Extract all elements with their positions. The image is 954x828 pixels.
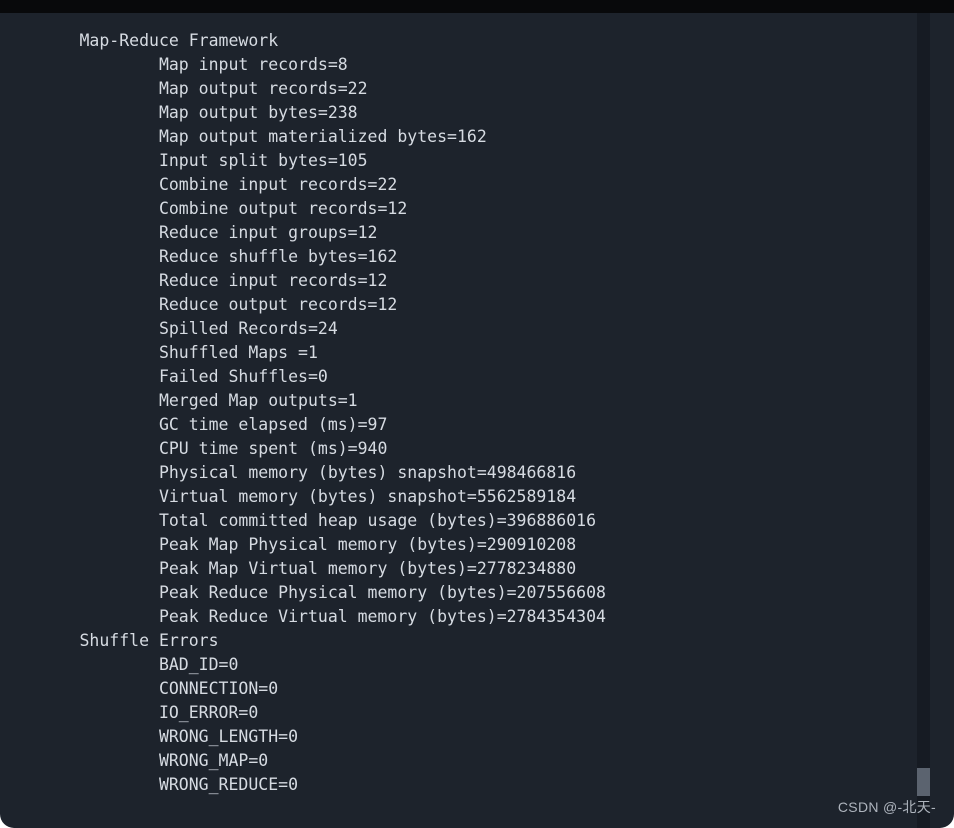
console-line: IO_ERROR=0	[0, 703, 259, 722]
console-line: WRONG_LENGTH=0	[0, 727, 299, 746]
screenshot-root: Map-Reduce Framework Map input records=8…	[0, 0, 954, 828]
console-line: Shuffle Errors	[0, 631, 219, 650]
console-line: Map input records=8	[0, 55, 348, 74]
top-black-strip	[0, 0, 954, 13]
console-line: Virtual memory (bytes) snapshot=55625891…	[0, 487, 577, 506]
terminal-output-panel: Map-Reduce Framework Map input records=8…	[0, 13, 954, 828]
console-line: Peak Reduce Physical memory (bytes)=2075…	[0, 583, 606, 602]
console-line: Map output materialized bytes=162	[0, 127, 487, 146]
console-line: Physical memory (bytes) snapshot=4984668…	[0, 463, 577, 482]
console-line: CPU time spent (ms)=940	[0, 439, 388, 458]
console-line: WRONG_REDUCE=0	[0, 775, 299, 794]
console-line: Input split bytes=105	[0, 151, 368, 170]
console-line: Peak Map Virtual memory (bytes)=27782348…	[0, 559, 577, 578]
console-line: BAD_ID=0	[0, 655, 239, 674]
console-line: Reduce output records=12	[0, 295, 398, 314]
console-line: Total committed heap usage (bytes)=39688…	[0, 511, 597, 530]
console-line: Map-Reduce Framework	[0, 31, 279, 50]
vertical-scrollbar-thumb[interactable]	[917, 768, 930, 796]
console-output-text: Map-Reduce Framework Map input records=8…	[0, 13, 606, 797]
console-line: WRONG_MAP=0	[0, 751, 269, 770]
console-line: GC time elapsed (ms)=97	[0, 415, 388, 434]
console-line: Failed Shuffles=0	[0, 367, 328, 386]
console-line: Spilled Records=24	[0, 319, 338, 338]
console-line: Merged Map outputs=1	[0, 391, 358, 410]
console-line: Reduce shuffle bytes=162	[0, 247, 398, 266]
console-line: Map output bytes=238	[0, 103, 358, 122]
vertical-scrollbar-track[interactable]	[917, 13, 930, 828]
console-line: Combine input records=22	[0, 175, 398, 194]
console-line: Reduce input groups=12	[0, 223, 378, 242]
console-line: Peak Reduce Virtual memory (bytes)=27843…	[0, 607, 606, 626]
csdn-watermark: CSDN @-北天-	[837, 799, 936, 815]
console-line: Combine output records=12	[0, 199, 408, 218]
console-line: Shuffled Maps =1	[0, 343, 318, 362]
console-line: Map output records=22	[0, 79, 368, 98]
console-line: Reduce input records=12	[0, 271, 388, 290]
console-line: CONNECTION=0	[0, 679, 279, 698]
console-line: Peak Map Physical memory (bytes)=2909102…	[0, 535, 577, 554]
